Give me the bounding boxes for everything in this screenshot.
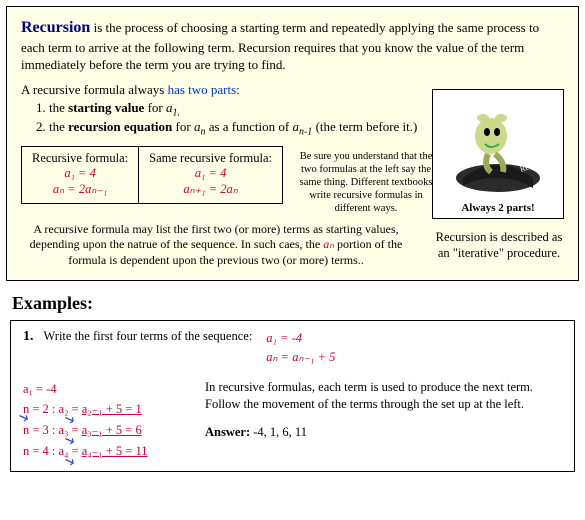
table-col1: Recursive formula: a₁ = 4 aₙ = 2aₙ₋₁ (22, 146, 139, 203)
examples-heading: Examples: (12, 293, 585, 314)
illustration-caption: Always 2 parts! (437, 202, 559, 214)
example-prompt: Write the first four terms of the sequen… (44, 329, 253, 344)
example-sequence: a₁ = -4 aₙ = aₙ₋₁ + 5 (266, 329, 335, 367)
answer-value: -4, 1, 6, 11 (250, 425, 307, 439)
recursion-character-icon: Recursion (443, 96, 553, 196)
intro-paragraph: Recursion is the process of choosing a s… (21, 17, 564, 74)
title-word: Recursion (21, 19, 90, 36)
intro-rest: is the process of choosing a starting te… (21, 20, 539, 72)
two-parts-link[interactable]: has two parts (168, 82, 237, 97)
iterative-desc: Recursion is described as an "iterative"… (434, 229, 564, 262)
answer-label: Answer: (205, 425, 250, 439)
foot-note: A recursive formula may list the first t… (21, 222, 411, 269)
example-number: 1. (23, 329, 34, 345)
work-lines: a₁ = -4 ↘ ↘ n = 2 : a₂ = a₂₋₁ + 5 = 1 ↘ … (23, 379, 183, 462)
recursion-intro-panel: Recursion is the process of choosing a s… (6, 6, 579, 281)
example-explanation: In recursive formulas, each term is used… (205, 379, 535, 462)
illustration-box: Recursion Always 2 parts! (432, 89, 564, 219)
svg-text:Recursion: Recursion (519, 155, 553, 174)
formula-table: Recursive formula: a₁ = 4 aₙ = 2aₙ₋₁ Sam… (21, 146, 283, 204)
table-col2: Same recursive formula: a₁ = 4 aₙ₊₁ = 2a… (139, 146, 283, 203)
side-note: Be sure you understand that the two form… (291, 146, 441, 216)
example-1-box: 1. Write the first four terms of the seq… (10, 320, 575, 472)
